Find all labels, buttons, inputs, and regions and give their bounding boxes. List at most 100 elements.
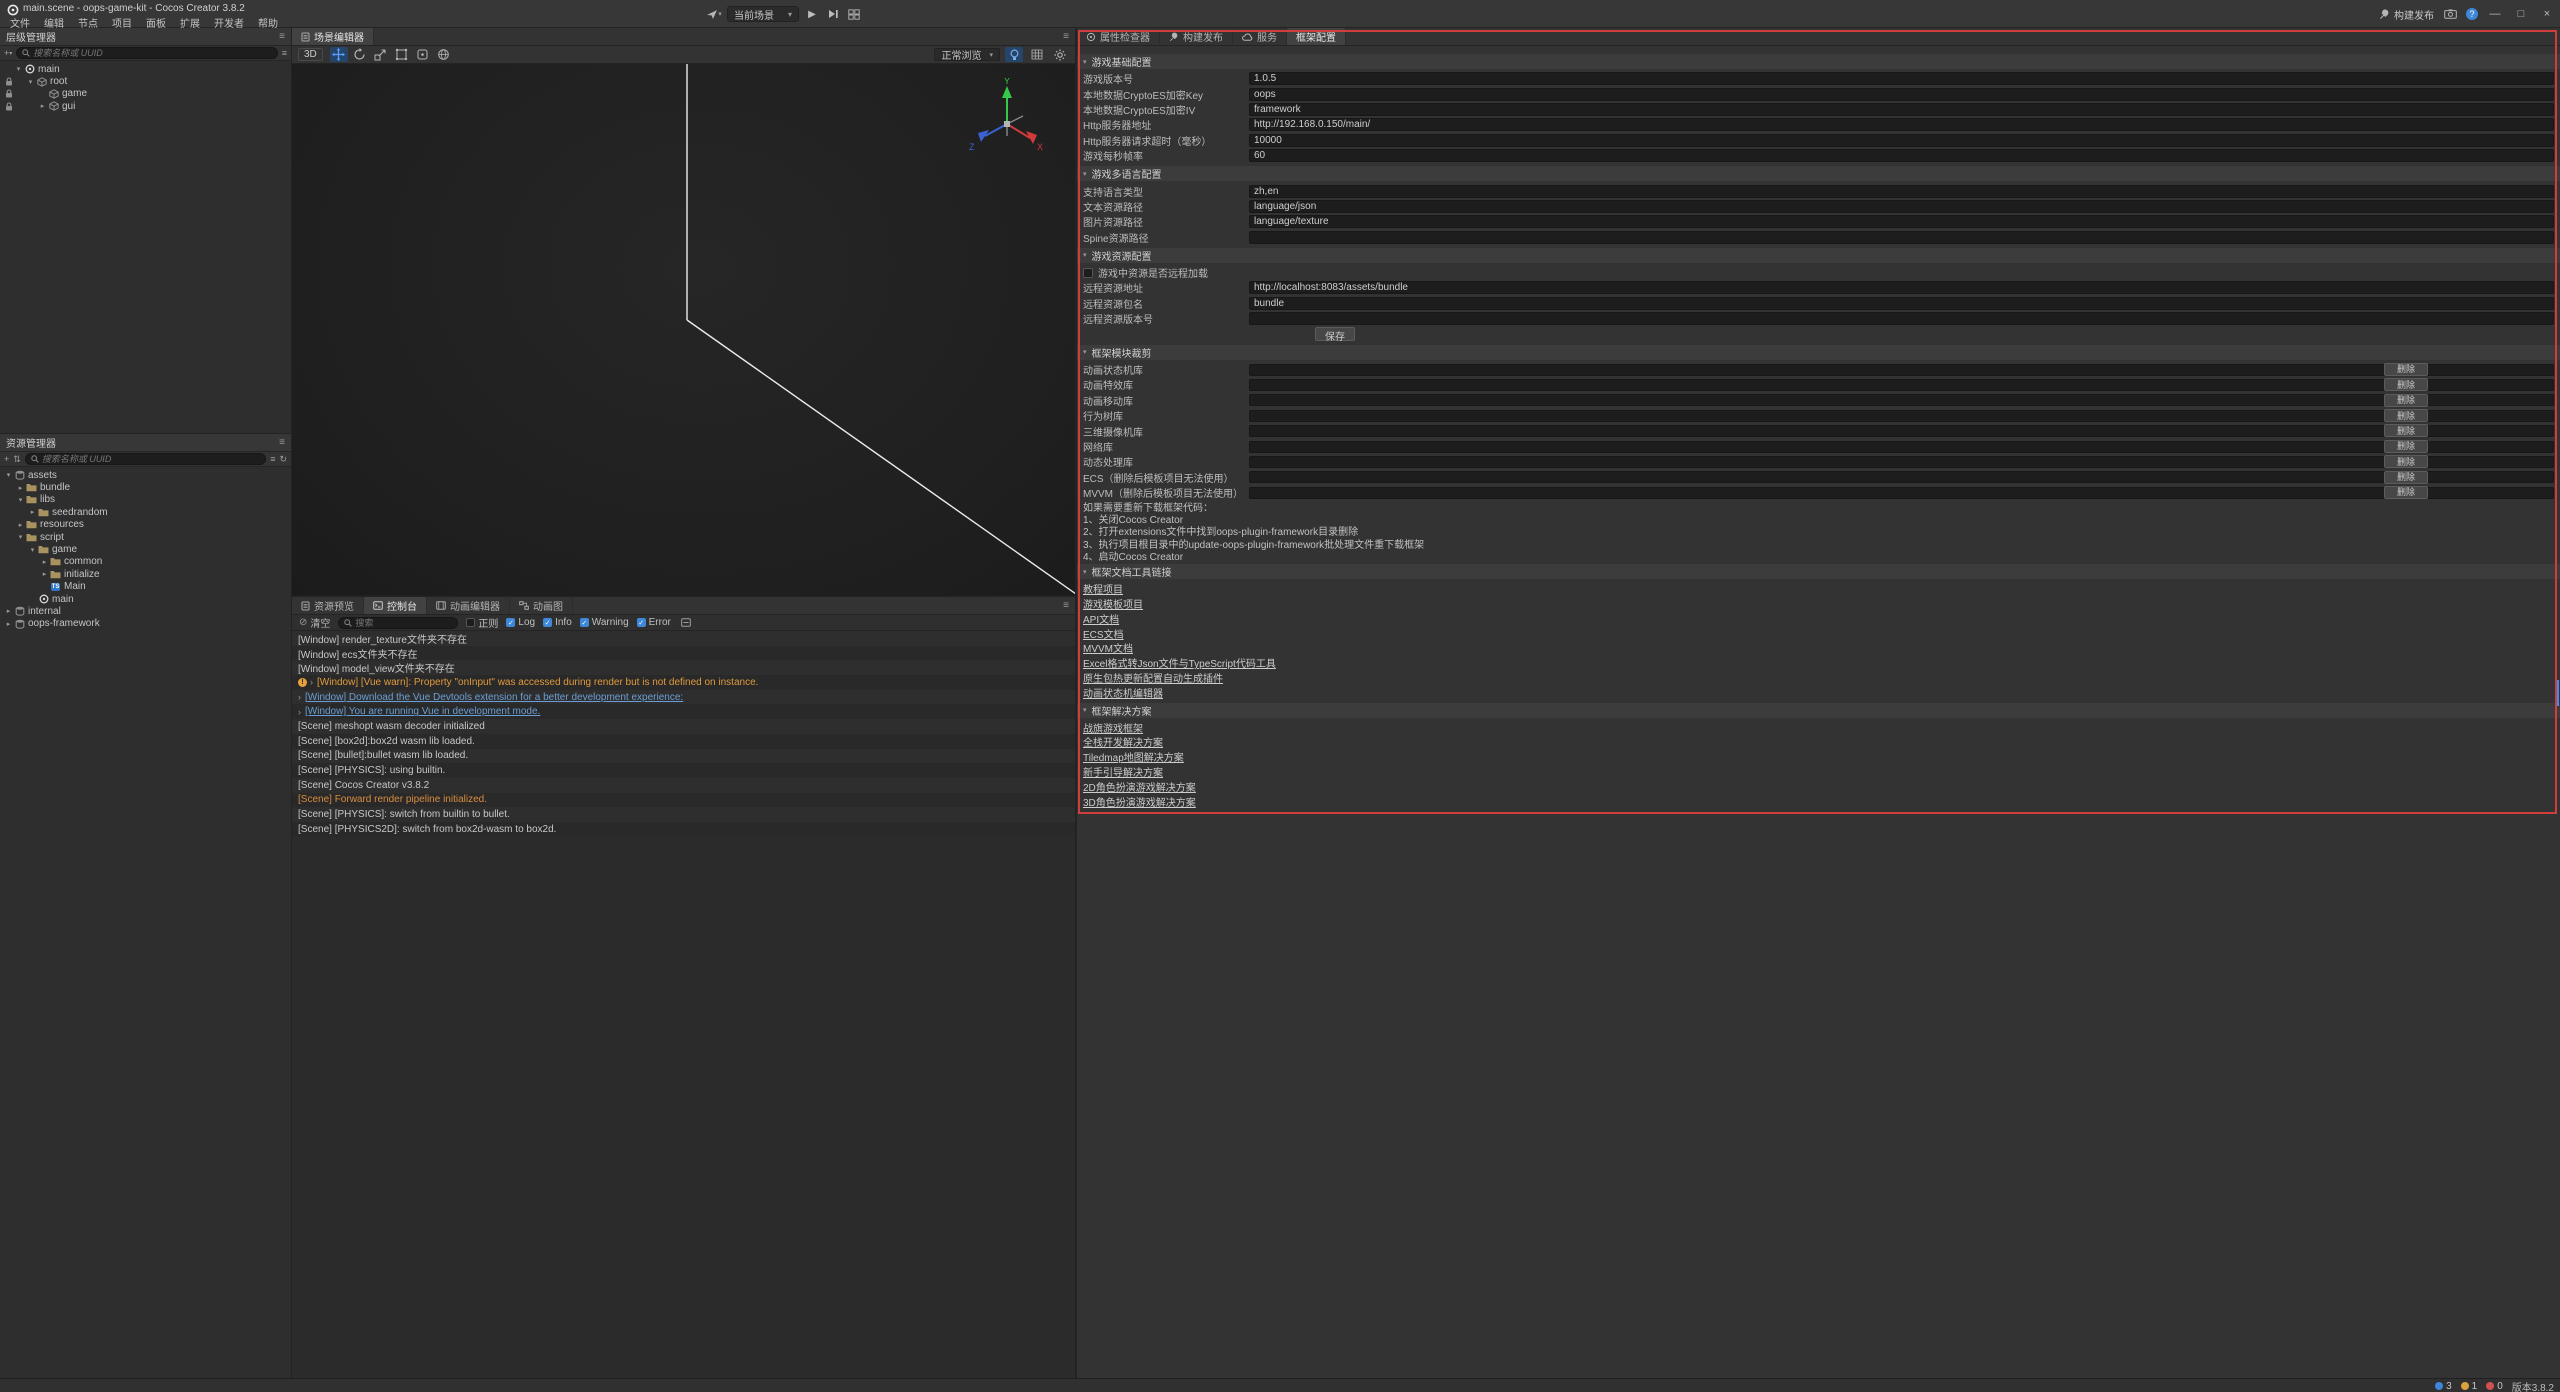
move-tool-button[interactable] — [330, 47, 348, 62]
help-icon[interactable]: ? — [2466, 8, 2478, 20]
expander-closed[interactable]: ▸ — [4, 607, 13, 615]
checkbox[interactable]: ✓ — [506, 618, 515, 627]
tab-控制台[interactable]: 控制台 — [364, 597, 427, 614]
lighting-toggle-button[interactable] — [1005, 47, 1023, 62]
minimize-button[interactable]: — — [2486, 6, 2504, 22]
console-search-input[interactable] — [355, 618, 452, 628]
console-menu-icon[interactable]: ≡ — [1057, 600, 1075, 611]
expander-closed[interactable]: ▸ — [28, 508, 37, 516]
tree-item-common[interactable]: ▸common — [0, 556, 291, 568]
collapse-logs-button[interactable] — [681, 618, 691, 627]
console-log-row[interactable]: !›[Window] [Vue warn]: Property "onInput… — [292, 675, 1075, 690]
info-count-badge[interactable]: 3 — [2435, 1381, 2452, 1392]
inspector-scrollbar-thumb[interactable] — [2556, 680, 2559, 706]
delete-module-button[interactable]: 删除 — [2384, 471, 2428, 484]
regex-checkbox[interactable] — [466, 618, 475, 627]
doc-link[interactable]: 2D角色扮演游戏解决方案 — [1083, 779, 1196, 794]
expand-chevron-icon[interactable]: › — [298, 692, 301, 702]
console-log-row[interactable]: [Window] render_texture文件夹不存在 — [292, 631, 1075, 646]
grid-toggle-button[interactable] — [1028, 47, 1046, 62]
section-header[interactable]: ▾游戏基础配置 — [1077, 54, 2560, 69]
section-header[interactable]: ▾游戏资源配置 — [1077, 248, 2560, 263]
console-log-row[interactable]: [Scene] Cocos Creator v3.8.2 — [292, 778, 1075, 793]
error-count-badge[interactable]: 0 — [2486, 1381, 2503, 1392]
field-input[interactable] — [1249, 149, 2554, 162]
tab-scene-editor[interactable]: 场景编辑器 — [292, 28, 374, 45]
scale-tool-button[interactable] — [372, 47, 390, 62]
expand-chevron-icon[interactable]: › — [310, 677, 313, 687]
console-log-row[interactable]: [Scene] [PHYSICS2D]: switch from box2d-w… — [292, 822, 1075, 837]
field-input[interactable] — [1249, 185, 2554, 198]
scene-selector[interactable]: 当前场景▾ — [727, 6, 799, 22]
tab-资源预览[interactable]: 资源预览 — [292, 597, 364, 614]
warning-count-badge[interactable]: 1 — [2461, 1381, 2478, 1392]
section-header[interactable]: ▾游戏多语言配置 — [1077, 166, 2560, 181]
delete-module-button[interactable]: 删除 — [2384, 440, 2428, 453]
add-asset-button[interactable]: + — [4, 454, 9, 464]
doc-link[interactable]: 教程项目 — [1083, 581, 1123, 596]
console-log-row[interactable]: [Scene] meshopt wasm decoder initialized — [292, 719, 1075, 734]
build-publish-button[interactable]: 构建发布 — [2379, 7, 2434, 22]
tree-item-main[interactable]: ▾main — [0, 63, 291, 75]
expander-closed[interactable]: ▸ — [16, 521, 25, 529]
delete-module-button[interactable]: 删除 — [2384, 424, 2428, 437]
preview-platform-button[interactable]: ▾ — [706, 6, 722, 22]
doc-link[interactable]: Tiledmap地图解决方案 — [1083, 749, 1184, 764]
expand-chevron-icon[interactable]: › — [298, 707, 301, 717]
delete-module-button[interactable]: 删除 — [2384, 455, 2428, 468]
delete-module-button[interactable]: 删除 — [2384, 394, 2428, 407]
tree-item-bundle[interactable]: ▸bundle — [0, 481, 291, 493]
assets-search-input[interactable] — [42, 454, 260, 464]
step-button[interactable] — [825, 6, 841, 22]
rotate-tool-button[interactable] — [351, 47, 369, 62]
transform-tool-button[interactable] — [414, 47, 432, 62]
checkbox[interactable]: ✓ — [637, 618, 646, 627]
tree-item-root[interactable]: ▾root — [0, 75, 291, 87]
filter-Error[interactable]: ✓Error — [637, 617, 671, 628]
expander-open[interactable]: ▾ — [14, 65, 23, 73]
tree-item-gui[interactable]: ▸gui — [0, 100, 291, 112]
field-input[interactable] — [1249, 134, 2554, 147]
filter-Warning[interactable]: ✓Warning — [580, 617, 629, 628]
tree-item-initialize[interactable]: ▸initialize — [0, 568, 291, 580]
expander-open[interactable]: ▾ — [16, 533, 25, 541]
doc-link[interactable]: 全栈开发解决方案 — [1083, 734, 1163, 749]
console-log-row[interactable]: [Scene] [bullet]:bullet wasm lib loaded. — [292, 749, 1075, 764]
console-log-row[interactable]: [Scene] [box2d]:box2d wasm lib loaded. — [292, 734, 1075, 749]
field-input[interactable] — [1249, 215, 2554, 228]
doc-link[interactable]: Excel格式转Json文件与TypeScript代码工具 — [1083, 655, 1276, 670]
field-input[interactable] — [1249, 200, 2554, 213]
section-header[interactable]: ▾框架模块裁剪 — [1077, 345, 2560, 360]
doc-link[interactable]: ECS文档 — [1083, 626, 1124, 641]
scene-viewport[interactable]: Y X Z — [292, 64, 1075, 595]
doc-link[interactable]: 动画状态机编辑器 — [1083, 685, 1163, 700]
view-mode-selector[interactable]: 正常浏览▾ — [934, 48, 1000, 61]
assets-filter-icon[interactable]: ≡ — [270, 454, 275, 464]
delete-module-button[interactable]: 删除 — [2384, 378, 2428, 391]
tree-item-assets[interactable]: ▾assets — [0, 469, 291, 481]
mode-3d-button[interactable]: 3D — [298, 48, 323, 61]
maximize-button[interactable]: □ — [2512, 6, 2530, 22]
expander-open[interactable]: ▾ — [16, 496, 25, 504]
layout-button[interactable] — [846, 6, 862, 22]
doc-link[interactable]: 新手引导解决方案 — [1083, 764, 1163, 779]
console-log-row[interactable]: [Scene] Forward render pipeline initiali… — [292, 793, 1075, 808]
hierarchy-search-input[interactable] — [33, 48, 271, 58]
doc-link[interactable]: 3D角色扮演游戏解决方案 — [1083, 794, 1196, 809]
field-input[interactable] — [1249, 118, 2554, 131]
tab-动画图[interactable]: 动画图 — [510, 597, 573, 614]
clear-console-button[interactable]: ⊘ 清空 — [299, 615, 330, 630]
screenshot-icon[interactable] — [2442, 6, 2458, 22]
assets-menu-icon[interactable]: ≡ — [279, 437, 285, 448]
delete-module-button[interactable]: 删除 — [2384, 409, 2428, 422]
tab-构建发布[interactable]: 构建发布 — [1160, 28, 1233, 45]
filter-Info[interactable]: ✓Info — [543, 617, 572, 628]
console-log-row[interactable]: [Scene] [PHYSICS]: switch from builtin t… — [292, 807, 1075, 822]
tree-item-internal[interactable]: ▸internal — [0, 605, 291, 617]
scene-settings-gear-icon[interactable] — [1051, 47, 1069, 62]
tree-item-Main[interactable]: TSMain — [0, 581, 291, 593]
section-header[interactable]: ▾框架解决方案 — [1077, 703, 2560, 718]
save-button[interactable]: 保存 — [1315, 327, 1355, 341]
tab-属性检查器[interactable]: 属性检查器 — [1077, 28, 1160, 45]
tab-框架配置[interactable]: 框架配置 — [1287, 28, 1346, 45]
